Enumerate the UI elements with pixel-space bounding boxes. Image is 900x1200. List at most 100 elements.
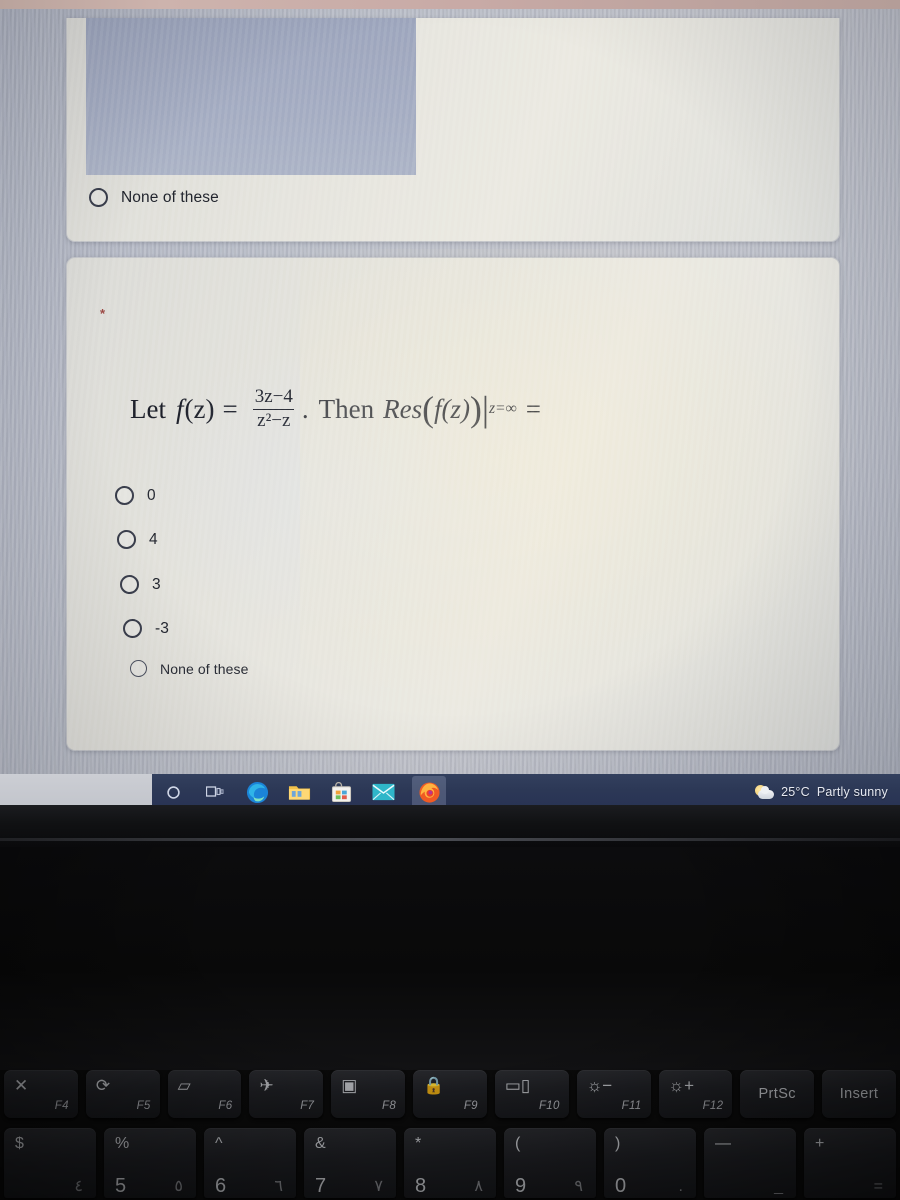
partly-sunny-icon — [755, 784, 775, 800]
radio-button-icon[interactable] — [115, 486, 134, 505]
firefox-icon[interactable] — [412, 776, 446, 808]
key-f10[interactable]: ▭▯ F10 — [494, 1070, 569, 1118]
option-row-4[interactable]: None of these — [130, 660, 248, 677]
laptop-keyboard-deck — [0, 847, 900, 1070]
airplane-mode-icon: ✈ — [259, 1076, 274, 1095]
formula-prefix: Let — [130, 393, 166, 424]
key-alt-label: ٨ — [474, 1178, 483, 1195]
key-f5[interactable]: ⟳ F5 — [85, 1070, 160, 1118]
option-label: 4 — [149, 530, 158, 548]
key-shift-label: % — [115, 1135, 130, 1152]
key-alt-label: ٦ — [274, 1178, 283, 1195]
keyboard-function-row: ✕ F4 ⟳ F5 ▱ F6 ✈ F7 ▣ F8 🔒 F9 ▭▯ F10 ☼− F11 ☼+ F12 PrtSc In… — [0, 1070, 900, 1126]
key-alt-label: ٩ — [574, 1178, 583, 1195]
key-shift-label: $ — [15, 1135, 24, 1152]
key-8[interactable]: * 8 ٨ — [404, 1128, 496, 1198]
key-$[interactable]: $٤ — [4, 1128, 96, 1198]
formula-then: Then — [318, 393, 375, 424]
weather-condition: Partly sunny — [816, 785, 888, 799]
key-shift-label: ) — [615, 1135, 621, 1152]
key-fn-label: F7 — [300, 1100, 315, 1112]
key-print-screen-key[interactable]: PrtSc — [740, 1070, 815, 1118]
key-primary-label: 5 — [115, 1175, 127, 1197]
radio-button-icon[interactable] — [89, 188, 108, 207]
task-view-icon[interactable] — [202, 779, 228, 805]
key-f6[interactable]: ▱ F6 — [167, 1070, 242, 1118]
key-5[interactable]: % 5 ٥ — [104, 1128, 196, 1198]
key-0[interactable]: ) 0. — [604, 1128, 696, 1198]
key-+[interactable]: + = — [804, 1128, 896, 1198]
brightness-down-icon: ☼− — [586, 1076, 613, 1095]
key-label: Insert — [839, 1086, 879, 1102]
key-f9[interactable]: 🔒 F9 — [413, 1070, 487, 1118]
refresh-icon: ⟳ — [95, 1076, 111, 1095]
option-row-3[interactable]: -3 — [123, 619, 169, 638]
key-alt-label: ٧ — [374, 1178, 383, 1195]
key-shift-label: ( — [515, 1135, 521, 1152]
required-asterisk-icon: * — [100, 306, 106, 321]
key-6[interactable]: ^ 6 ٦ — [204, 1128, 296, 1198]
laptop-screen: None of these * * Let f (z) = 3z−4 z²−z … — [0, 9, 900, 810]
microsoft-edge-icon[interactable] — [244, 779, 270, 805]
formula-evaluated-at: z=∞ — [488, 400, 517, 418]
key-fn-label: F10 — [538, 1100, 560, 1112]
microsoft-store-icon[interactable] — [328, 779, 354, 805]
search-icon[interactable] — [160, 779, 186, 805]
radio-button-icon[interactable] — [130, 660, 147, 677]
radio-button-icon[interactable] — [123, 619, 142, 638]
lock-icon: 🔒 — [423, 1076, 445, 1095]
option-row-0[interactable]: 0 — [115, 486, 156, 505]
radio-button-icon[interactable] — [117, 530, 136, 549]
formula-function-name: f — [175, 393, 184, 424]
formula-open-paren: ( — [422, 389, 434, 430]
key-insert-key[interactable]: Insert — [822, 1070, 896, 1118]
formula-residue-label: Res — [383, 393, 423, 424]
key-f7[interactable]: ✈ F7 — [249, 1070, 324, 1118]
option-row-none-of-these-top[interactable]: None of these — [89, 188, 219, 207]
key-7[interactable]: & 7 ٧ — [304, 1128, 396, 1198]
text-selection-highlight — [86, 18, 416, 175]
formula-trailing-equals: = — [525, 393, 542, 424]
option-row-2[interactable]: 3 — [120, 575, 161, 594]
keyboard-number-row: $٤% 5 ٥ ^ 6 ٦ & 7 ٧ * 8 ٨(9 ٩) 0. — _ + = — [0, 1128, 900, 1200]
key-shift-label: * — [415, 1135, 422, 1152]
formula-period: . — [301, 393, 309, 424]
key-alt-label: . — [678, 1178, 683, 1195]
key-primary-label: 0 — [615, 1175, 627, 1197]
key-fn-label: F8 — [382, 1100, 397, 1112]
weather-temperature: 25°C — [781, 785, 810, 799]
key-shift-label: ^ — [215, 1135, 223, 1152]
formula-residue-argument: f(z) — [433, 393, 470, 424]
laptop-hinge — [0, 838, 900, 841]
key-f8[interactable]: ▣ F8 — [331, 1070, 406, 1118]
key-f11[interactable]: ☼− F11 — [576, 1070, 651, 1118]
key-f4[interactable]: ✕ F4 — [4, 1070, 78, 1118]
question-formula: Let f (z) = 3z−4 z²−z . Then Res ( f(z) … — [130, 386, 542, 432]
key-primary-label: 9 — [515, 1175, 527, 1197]
option-label: None of these — [160, 660, 249, 677]
key-fn-label: F12 — [702, 1100, 724, 1112]
key-9[interactable]: (9 ٩ — [504, 1128, 596, 1198]
file-explorer-icon[interactable] — [286, 779, 312, 805]
key-f12[interactable]: ☼+ F12 — [658, 1070, 733, 1118]
key-—[interactable]: — _ — [704, 1128, 796, 1198]
key-alt-label: = — [873, 1178, 883, 1195]
brightness-up-icon: ☼+ — [668, 1076, 695, 1095]
speaker-mute-icon: ✕ — [14, 1076, 29, 1095]
key-shift-label: & — [315, 1135, 326, 1152]
mail-icon[interactable] — [370, 779, 396, 805]
camera-off-icon: ▣ — [341, 1076, 358, 1095]
key-fn-label: F9 — [463, 1100, 478, 1112]
option-row-1[interactable]: 4 — [117, 530, 158, 549]
display-switch-icon: ▭▯ — [504, 1076, 531, 1095]
quiz-card-previous-question: None of these — [66, 18, 840, 242]
key-fn-label: F11 — [621, 1100, 642, 1112]
option-label: 0 — [147, 486, 156, 504]
formula-denominator: z²−z — [253, 408, 295, 432]
formula-numerator: 3z−4 — [254, 386, 293, 407]
touchpad-toggle-icon: ▱ — [177, 1076, 191, 1095]
radio-button-icon[interactable] — [120, 575, 139, 594]
key-fn-label: F4 — [54, 1100, 69, 1112]
key-primary-label: 6 — [215, 1175, 227, 1197]
key-shift-label: — — [715, 1135, 731, 1152]
